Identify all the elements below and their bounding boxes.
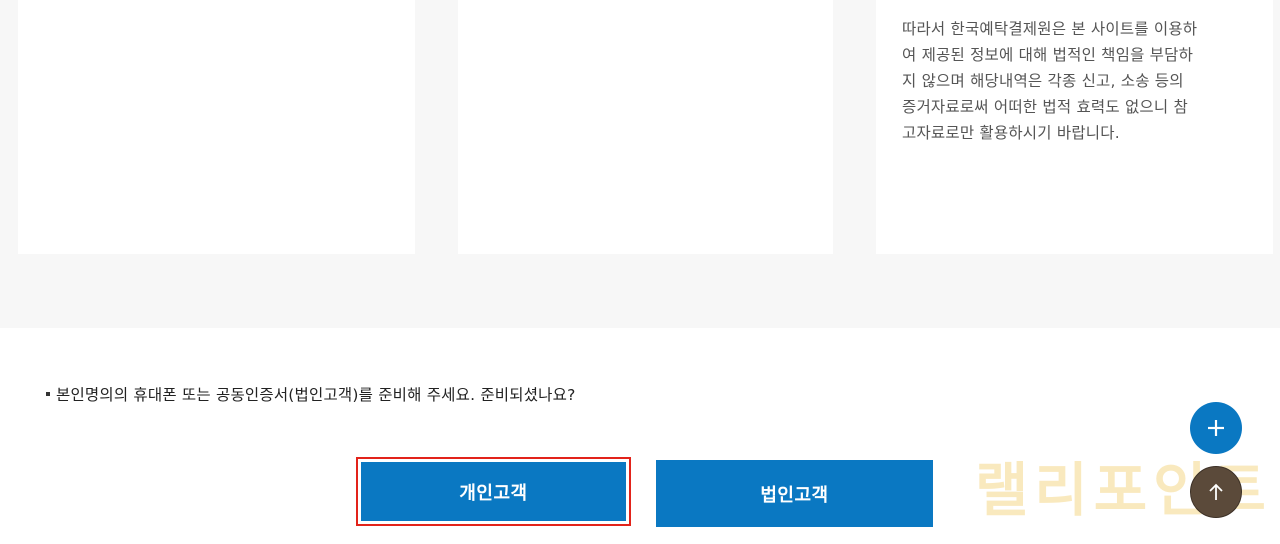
info-card-disclaimer: 따라서 한국예탁결제원은 본 사이트를 이용하 여 제공된 정보에 대해 법적인… xyxy=(876,0,1273,254)
info-card-1 xyxy=(18,0,415,254)
individual-customer-button[interactable]: 개인고객 xyxy=(361,462,626,521)
arrow-up-icon xyxy=(1209,483,1223,500)
plus-icon xyxy=(1208,420,1224,436)
disclaimer-text: 따라서 한국예탁결제원은 본 사이트를 이용하 여 제공된 정보에 대해 법적인… xyxy=(902,16,1242,146)
individual-customer-button-label: 개인고객 xyxy=(459,482,528,504)
preparation-notice-text: 본인명의의 휴대폰 또는 공동인증서(법인고객)를 준비해 주세요. 준비되셨나… xyxy=(56,386,576,404)
disclaimer-line: 지 않으며 해당내역은 각종 신고, 소송 등의 xyxy=(902,72,1184,90)
corporate-customer-button-label: 법인고객 xyxy=(760,484,829,506)
scroll-to-top-button[interactable] xyxy=(1190,466,1242,518)
disclaimer-line: 따라서 한국예탁결제원은 본 사이트를 이용하 xyxy=(902,20,1198,38)
disclaimer-line: 증거자료로써 어떠한 법적 효력도 없으니 참 xyxy=(902,98,1188,116)
disclaimer-line: 고자료로만 활용하시기 바랍니다. xyxy=(902,124,1120,142)
floating-plus-button[interactable] xyxy=(1190,402,1242,454)
content-section-background: 따라서 한국예탁결제원은 본 사이트를 이용하 여 제공된 정보에 대해 법적인… xyxy=(0,0,1280,328)
corporate-customer-button[interactable]: 법인고객 xyxy=(656,460,933,527)
individual-button-focus-ring: 개인고객 xyxy=(356,457,631,526)
preparation-notice: 본인명의의 휴대폰 또는 공동인증서(법인고객)를 준비해 주세요. 준비되셨나… xyxy=(46,381,576,407)
disclaimer-line: 여 제공된 정보에 대해 법적인 책임을 부담하 xyxy=(902,46,1194,64)
info-card-2 xyxy=(458,0,833,254)
bullet-icon xyxy=(46,392,50,396)
